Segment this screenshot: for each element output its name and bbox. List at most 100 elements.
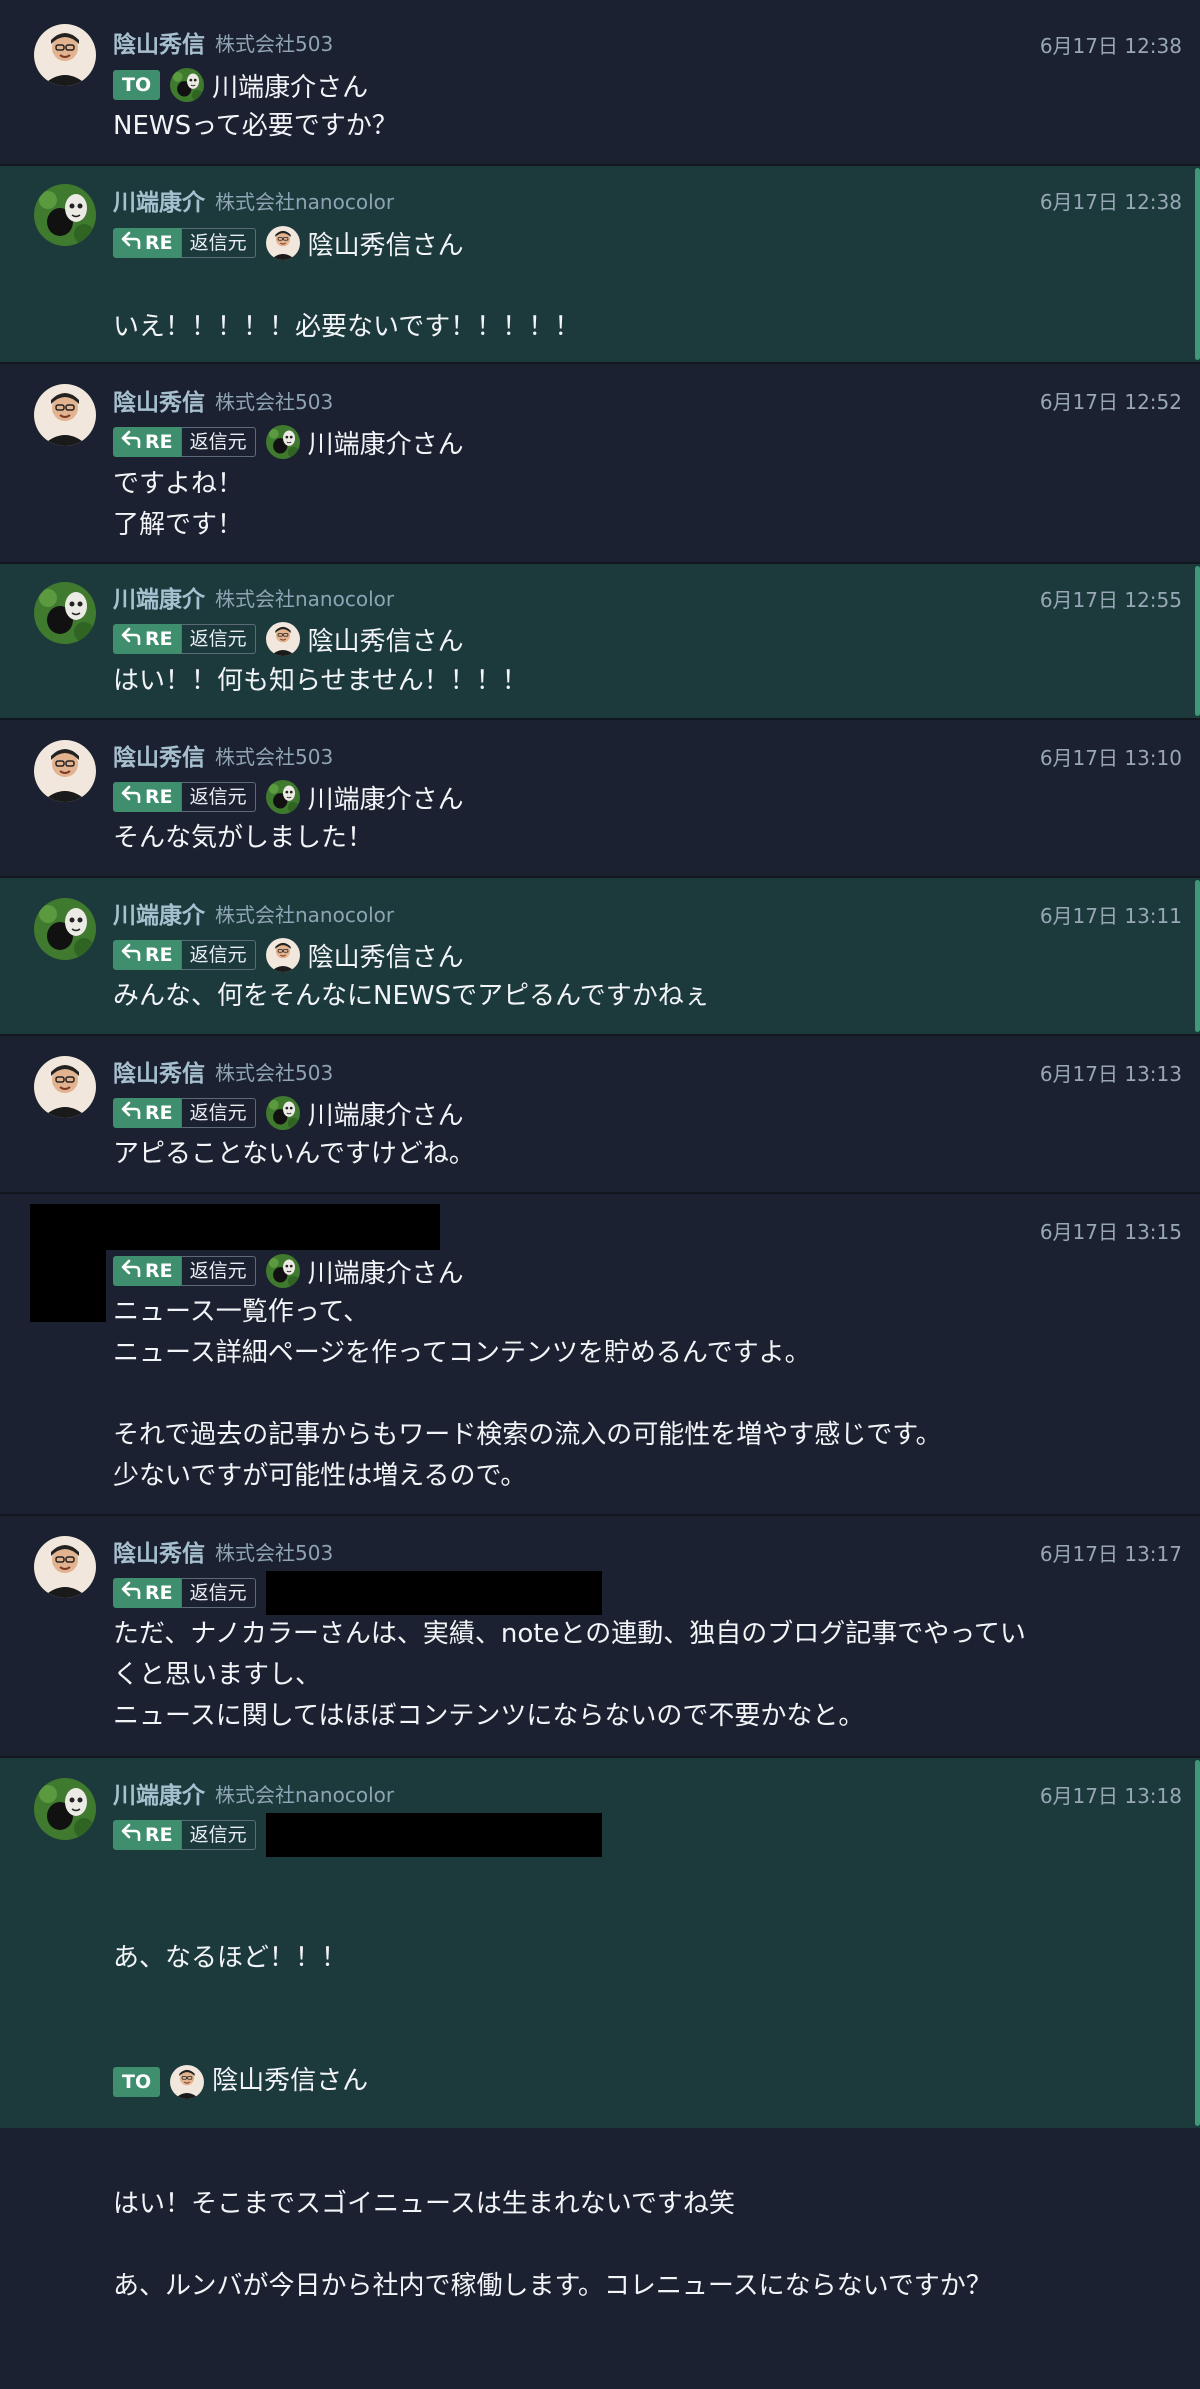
reply-source-label: 返信元 bbox=[180, 782, 256, 812]
reply-arrow-icon bbox=[121, 430, 145, 454]
mention-target: 川端康介さん bbox=[212, 72, 369, 103]
mention-target: 陰山秀信さん bbox=[212, 2066, 369, 2096]
avatar bbox=[265, 1096, 300, 1130]
to-badge: TO bbox=[113, 2066, 161, 2097]
timestamp[interactable]: 6月17日 13:17 bbox=[1040, 1538, 1182, 1567]
reply-source-label: 返信元 bbox=[180, 228, 256, 258]
avatar bbox=[265, 938, 300, 972]
avatar bbox=[170, 68, 205, 102]
sender-name[interactable]: 陰山秀信 bbox=[113, 738, 205, 772]
avatar[interactable] bbox=[34, 24, 96, 86]
reply-arrow-icon bbox=[121, 1259, 145, 1283]
message: 川端康介 株式会社nanocolor 6月17日 13:11 RE 返信元 陰山… bbox=[0, 878, 1200, 1036]
timestamp[interactable]: 6月17日 13:13 bbox=[1040, 1058, 1182, 1087]
avatar[interactable] bbox=[34, 1778, 96, 1840]
sender-name[interactable]: 陰山秀信 bbox=[113, 383, 205, 417]
avatar[interactable] bbox=[34, 740, 96, 802]
message-text: ですよね！ 了解です！ bbox=[113, 469, 244, 540]
reply-arrow-icon bbox=[121, 231, 145, 255]
sender-name[interactable]: 川端康介 bbox=[113, 1776, 205, 1810]
reply-badge[interactable]: RE 返信元 bbox=[113, 1256, 256, 1286]
message-text: そんな気がしました！ bbox=[113, 823, 374, 853]
message: 川端康介 株式会社nanocolor 6月17日 12:38 RE 返信元 陰山… bbox=[0, 166, 1200, 364]
avatar bbox=[265, 1254, 300, 1288]
timestamp[interactable]: 6月17日 12:52 bbox=[1040, 386, 1182, 415]
reply-arrow-icon bbox=[121, 1823, 145, 1847]
sender-name[interactable]: 陰山秀信 bbox=[113, 1054, 205, 1088]
message: 陰山秀信 株式会社503 6月17日 13:17 RE 返信元 ただ、ナノカラー… bbox=[0, 1516, 1200, 1758]
message-text: いえ！！！！！必要ないです！！！！！ bbox=[113, 312, 581, 342]
timestamp[interactable]: 6月17日 13:15 bbox=[1040, 1216, 1182, 1245]
sender-org: 株式会社nanocolor bbox=[215, 1782, 395, 1807]
sender-name[interactable]: 川端康介 bbox=[113, 580, 205, 614]
reply-badge[interactable]: RE 返信元 bbox=[113, 1578, 256, 1608]
message-text: ただ、ナノカラーさんは、実績、noteとの連動、独自のブログ記事でやってい くと… bbox=[113, 1619, 1026, 1731]
avatar[interactable] bbox=[34, 1536, 96, 1598]
avatar bbox=[265, 425, 300, 459]
re-label: RE bbox=[145, 944, 173, 966]
timestamp[interactable]: 6月17日 12:38 bbox=[1040, 186, 1182, 215]
redacted-target bbox=[265, 1813, 602, 1857]
sender-name[interactable]: 陰山秀信 bbox=[113, 1534, 205, 1568]
timestamp[interactable]: 6月17日 12:55 bbox=[1040, 584, 1182, 613]
reply-source-label: 返信元 bbox=[180, 1578, 256, 1608]
sender-name[interactable]: 川端康介 bbox=[113, 896, 205, 930]
mention-target: 陰山秀信さん bbox=[307, 626, 464, 657]
reply-source-label: 返信元 bbox=[180, 624, 256, 654]
reply-arrow-icon bbox=[121, 785, 145, 809]
sender-org: 株式会社503 bbox=[215, 744, 334, 769]
sender-org: 株式会社503 bbox=[215, 1060, 334, 1085]
timestamp[interactable]: 6月17日 13:11 bbox=[1040, 900, 1182, 929]
reply-badge[interactable]: RE 返信元 bbox=[113, 228, 256, 258]
message: 6月17日 13:15 RE 返信元 川端康介さん ニュース一覧作って、 ニュー… bbox=[0, 1194, 1200, 1516]
reply-arrow-icon bbox=[121, 627, 145, 651]
mention-target: 陰山秀信さん bbox=[307, 942, 464, 973]
message: 陰山秀信 株式会社503 6月17日 13:13 RE 返信元 川端康介さん ア… bbox=[0, 1036, 1200, 1194]
to-badge: TO bbox=[113, 70, 161, 100]
timestamp[interactable]: 6月17日 13:18 bbox=[1040, 1780, 1182, 1809]
sender-name[interactable]: 川端康介 bbox=[113, 183, 205, 217]
reply-source-label: 返信元 bbox=[180, 1820, 256, 1850]
re-label: RE bbox=[145, 1102, 173, 1124]
avatar[interactable] bbox=[34, 384, 96, 446]
sender-name[interactable]: 陰山秀信 bbox=[113, 25, 205, 59]
avatar bbox=[265, 226, 300, 260]
reply-arrow-icon bbox=[121, 1101, 145, 1125]
message: 川端康介 株式会社nanocolor 6月17日 13:18 RE 返信元 あ、… bbox=[0, 1758, 1200, 2301]
message: 陰山秀信 株式会社503 6月17日 12:38 TO 川端康介さん NEWSっ… bbox=[0, 0, 1200, 166]
message-text: みんな、何をそんなにNEWSでアピるんですかねぇ bbox=[113, 981, 710, 1011]
chat-timeline: 陰山秀信 株式会社503 6月17日 12:38 TO 川端康介さん NEWSっ… bbox=[0, 0, 1200, 2301]
avatar[interactable] bbox=[34, 1056, 96, 1118]
sender-org: 株式会社503 bbox=[215, 31, 334, 56]
re-label: RE bbox=[145, 1582, 173, 1604]
re-label: RE bbox=[145, 628, 173, 650]
avatar[interactable] bbox=[34, 898, 96, 960]
reply-source-label: 返信元 bbox=[180, 427, 256, 457]
avatar[interactable] bbox=[34, 582, 96, 644]
reply-badge[interactable]: RE 返信元 bbox=[113, 624, 256, 654]
reply-badge[interactable]: RE 返信元 bbox=[113, 782, 256, 812]
message-text-part: はい！そこまでスゴイニュースは生まれないですね笑 あ、ルンバが今日から社内で稼働… bbox=[113, 2189, 992, 2301]
reply-badge[interactable]: RE 返信元 bbox=[113, 427, 256, 457]
redacted-target bbox=[265, 1571, 602, 1615]
mention-target: 川端康介さん bbox=[307, 784, 464, 815]
avatar bbox=[170, 2064, 205, 2099]
sender-org: 株式会社503 bbox=[215, 389, 334, 414]
reply-arrow-icon bbox=[121, 1581, 145, 1605]
message: 陰山秀信 株式会社503 6月17日 13:10 RE 返信元 川端康介さん そ… bbox=[0, 720, 1200, 878]
re-label: RE bbox=[145, 232, 173, 254]
message-text: アピることないんですけどね。 bbox=[113, 1139, 475, 1169]
reply-badge[interactable]: RE 返信元 bbox=[113, 1098, 256, 1128]
timestamp[interactable]: 6月17日 13:10 bbox=[1040, 742, 1182, 771]
message-text: NEWSって必要ですか？ bbox=[113, 111, 398, 141]
avatar bbox=[265, 780, 300, 814]
message-text: ニュース一覧作って、 ニュース詳細ページを作ってコンテンツを貯めるんですよ。 そ… bbox=[113, 1297, 942, 1491]
reply-source-label: 返信元 bbox=[180, 1256, 256, 1286]
avatar[interactable] bbox=[34, 184, 96, 246]
timestamp[interactable]: 6月17日 12:38 bbox=[1040, 30, 1182, 59]
reply-badge[interactable]: RE 返信元 bbox=[113, 1820, 256, 1850]
reply-badge[interactable]: RE 返信元 bbox=[113, 940, 256, 970]
re-label: RE bbox=[145, 1824, 173, 1846]
mention-target: 川端康介さん bbox=[307, 1100, 464, 1131]
sender-org: 株式会社nanocolor bbox=[215, 586, 395, 611]
